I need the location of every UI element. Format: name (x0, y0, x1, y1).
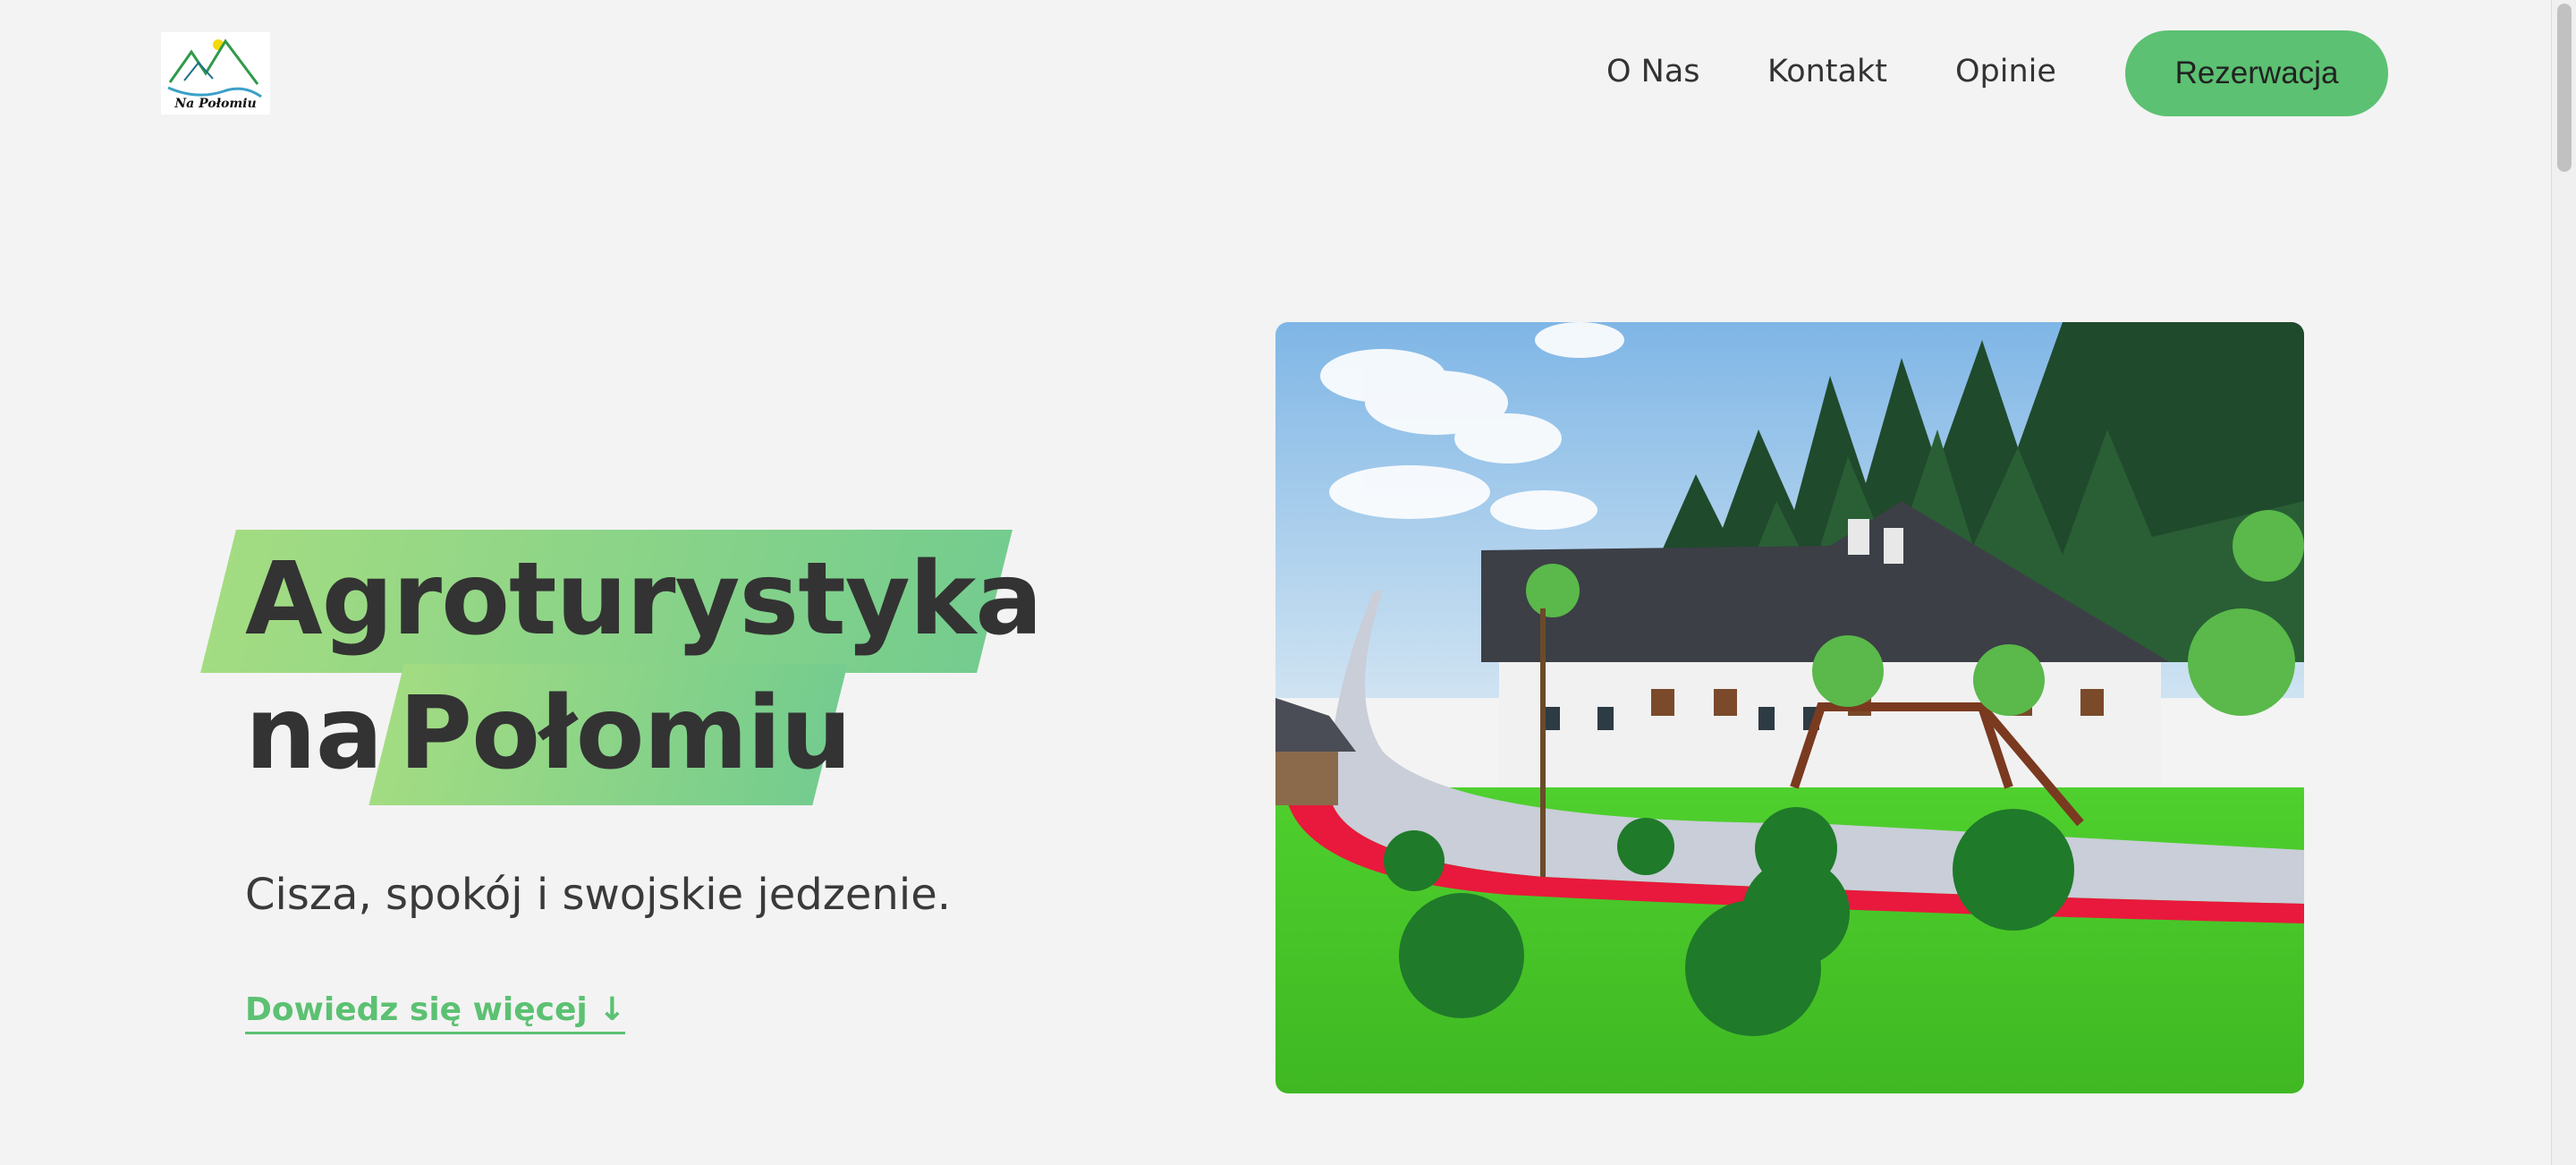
nav-link-contact[interactable]: Kontakt (1767, 54, 1887, 89)
page: Na Połomiu O Nas Kontakt Opinie Rezerwac… (0, 0, 2576, 1165)
hero-title-line-1: Agroturystyka (245, 541, 1043, 658)
reserve-button[interactable]: Rezerwacja (2125, 30, 2388, 116)
hero-title-word-polomiu: Połomiu (399, 676, 852, 792)
hero-title-word-na: na (245, 676, 383, 792)
logo-caption: Na Połomiu (174, 97, 257, 111)
site-logo[interactable]: Na Połomiu (161, 32, 270, 115)
hero-photo (1275, 322, 2304, 1093)
scrollbar-thumb[interactable] (2557, 4, 2572, 172)
hero-subtitle: Cisza, spokój i swojskie jedzenie. (245, 870, 951, 920)
learn-more-link[interactable]: Dowiedz się więcej ↓ (245, 991, 626, 1034)
page-scrollbar[interactable] (2551, 0, 2576, 1165)
nav-link-reviews[interactable]: Opinie (1955, 54, 2056, 89)
guesthouse-photo-image (1275, 322, 2304, 1093)
nav-link-about[interactable]: O Nas (1606, 54, 1700, 89)
